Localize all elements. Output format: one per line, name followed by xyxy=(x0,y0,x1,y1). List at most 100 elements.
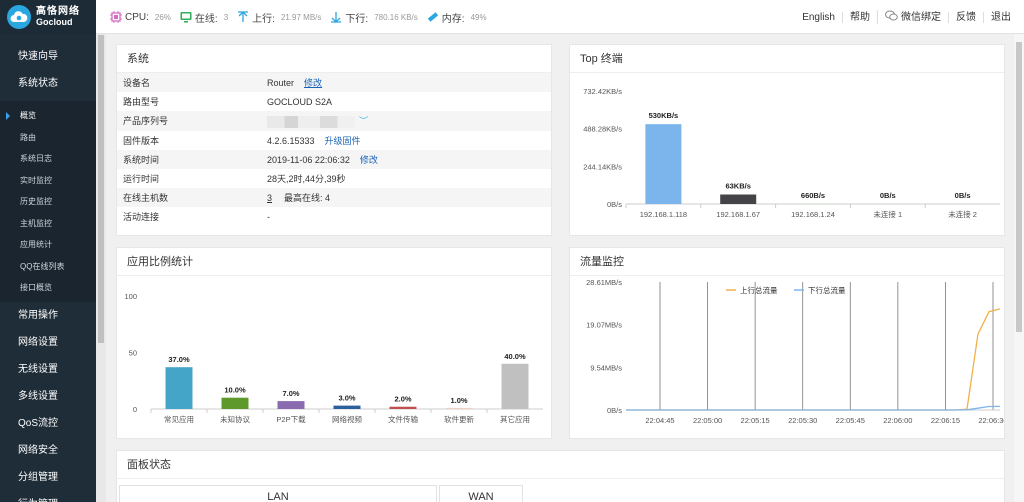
panel-status-title: 面板状态 xyxy=(117,451,1004,479)
x-tick-label: 192.168.1.67 xyxy=(716,210,760,219)
sidebar-item-behavior-management[interactable]: 行为管理 xyxy=(0,491,96,502)
language-link[interactable]: English xyxy=(795,12,842,23)
download-stat: 下行: 780.16 KB/s xyxy=(330,10,418,25)
y-tick-label: 9.54MB/s xyxy=(590,363,622,372)
table-row: 设备名 Router 修改 xyxy=(117,73,551,93)
data-label: 660B/s xyxy=(801,191,825,200)
sidebar-sub-system-log[interactable]: 系统日志 xyxy=(0,148,96,170)
bar xyxy=(221,397,249,409)
x-tick-label: 22:06:30 xyxy=(978,416,1004,425)
traffic-title: 流量监控 xyxy=(570,248,1004,276)
sidebar-sub-history-monitor[interactable]: 历史监控 xyxy=(0,191,96,213)
app-ratio-panel: 应用比例统计 0 50 100 37.0% 常见应用 10.0% 未知协议 7.0% P2P下载… xyxy=(116,247,552,439)
sidebar-item-qos[interactable]: QoS流控 xyxy=(0,410,96,437)
cloud-logo-icon xyxy=(7,5,31,29)
system-panel-title: 系统 xyxy=(117,45,551,73)
sidebar-item-system-status[interactable]: 系统状态 xyxy=(0,70,96,97)
page-scrollbar-thumb[interactable] xyxy=(1016,42,1022,332)
sidebar-item-network-settings[interactable]: 网络设置 xyxy=(0,329,96,356)
sidebar-item-group-management[interactable]: 分组管理 xyxy=(0,464,96,491)
upload-arrow-icon xyxy=(237,11,249,23)
data-label: 0B/s xyxy=(880,191,896,200)
feedback-link[interactable]: 反馈 xyxy=(948,11,983,23)
sidebar-sub-qq-online[interactable]: QQ在线列表 xyxy=(0,256,96,278)
bar xyxy=(720,194,757,204)
sidebar-sub-realtime-monitor[interactable]: 实时监控 xyxy=(0,170,96,192)
x-tick-label: 22:05:00 xyxy=(693,416,722,425)
x-tick-label: 22:04:45 xyxy=(645,416,674,425)
y-tick-label: 50 xyxy=(129,349,137,358)
y-tick-label: 100 xyxy=(124,292,137,301)
x-tick-label: 22:05:45 xyxy=(836,416,865,425)
data-label: 37.0% xyxy=(168,355,190,364)
cpu-icon xyxy=(110,11,122,23)
data-label: 1.0% xyxy=(450,396,467,405)
logo[interactable]: 高恪网络 Gocloud xyxy=(0,0,96,34)
bar xyxy=(445,407,473,409)
data-label: 0B/s xyxy=(955,191,971,200)
memory-icon xyxy=(427,11,439,23)
sidebar-item-common-ops[interactable]: 常用操作 xyxy=(0,302,96,329)
x-tick-label: P2P下载 xyxy=(276,414,306,424)
memory-stat: 内存: 49% xyxy=(427,10,487,25)
tab-wan[interactable]: WAN xyxy=(439,485,523,502)
x-tick-label: 22:06:00 xyxy=(883,416,912,425)
sidebar-item-network-security[interactable]: 网络安全 xyxy=(0,437,96,464)
system-info-table: 设备名 Router 修改 路由型号 GOCLOUD S2A 产品序列号 ︶ 固件版本 4… xyxy=(117,73,551,227)
download-arrow-icon xyxy=(330,11,342,23)
cpu-stat: CPU: 26% xyxy=(110,11,171,23)
x-tick-label: 22:06:15 xyxy=(931,416,960,425)
y-tick-label: 244.14KB/s xyxy=(583,162,622,171)
top-terminals-chart: 732.42KB/s 488.28KB/s 244.14KB/s 0B/s 530KB/… xyxy=(583,87,1000,219)
bar xyxy=(501,363,529,409)
help-link[interactable]: 帮助 xyxy=(842,11,877,23)
sidebar-item-wireless-settings[interactable]: 无线设置 xyxy=(0,356,96,383)
edit-system-time-link[interactable]: 修改 xyxy=(360,155,378,165)
x-tick-label: 未连接 2 xyxy=(948,209,977,219)
system-panel: 系统 设备名 Router 修改 路由型号 GOCLOUD S2A 产品序列号 ︶ 固件… xyxy=(116,44,552,236)
x-tick-label: 22:05:30 xyxy=(788,416,817,425)
copy-icon[interactable]: ︶ xyxy=(359,116,368,126)
table-row: 运行时间 28天,2时,44分,39秒 xyxy=(123,174,346,185)
sidebar-sub-app-stats[interactable]: 应用统计 xyxy=(0,234,96,256)
series-line xyxy=(626,308,1001,411)
sidebar-item-multiline-settings[interactable]: 多线设置 xyxy=(0,383,96,410)
x-tick-label: 未连接 1 xyxy=(873,209,902,219)
legend-label: 下行总流量 xyxy=(808,285,846,295)
x-tick-label: 常见应用 xyxy=(164,414,194,424)
sidebar-scrollbar-thumb[interactable] xyxy=(98,35,104,343)
table-row: 固件版本 4.2.6.15333 升级固件 xyxy=(123,135,361,146)
table-row: 路由型号 GOCLOUD S2A xyxy=(123,96,333,108)
brand-name-en: Gocloud xyxy=(36,17,73,27)
traffic-chart: 0B/s 9.54MB/s 19.07MB/s 28.61MB/s 22:04:45 22… xyxy=(586,278,1007,425)
top-links: English 帮助 微信绑定 反馈 退出 xyxy=(795,0,1018,34)
tab-lan[interactable]: LAN xyxy=(119,485,437,502)
app-ratio-title: 应用比例统计 xyxy=(117,248,551,276)
table-row: 在线主机数 3 最高在线: 4 xyxy=(117,188,551,208)
x-tick-label: 网络视频 xyxy=(332,414,362,424)
sidebar-sub-host-monitor[interactable]: 主机监控 xyxy=(0,213,96,235)
sidebar-item-quick-guide[interactable]: 快速向导 xyxy=(0,43,96,70)
wechat-bind-link[interactable]: 微信绑定 xyxy=(877,10,948,24)
redacted-serial xyxy=(267,115,355,128)
online-hosts-link[interactable]: 3 xyxy=(267,193,272,203)
x-tick-label: 192.168.1.24 xyxy=(791,210,835,219)
bar xyxy=(277,401,305,409)
table-row: 活动连接 - xyxy=(123,211,270,223)
upgrade-firmware-link[interactable]: 升级固件 xyxy=(325,136,361,146)
x-tick-label: 软件更新 xyxy=(444,414,474,424)
wechat-bind-label: 微信绑定 xyxy=(901,11,941,23)
wechat-icon xyxy=(885,10,898,24)
sidebar-sub-interface-overview[interactable]: 接口概览 xyxy=(0,277,96,299)
x-tick-label: 其它应用 xyxy=(500,414,530,424)
brand-name-cn: 高恪网络 xyxy=(36,6,80,17)
sidebar-sub-overview[interactable]: 概览 xyxy=(0,105,96,127)
data-label: 2.0% xyxy=(394,395,411,404)
sidebar-sub-routing[interactable]: 路由 xyxy=(0,127,96,149)
bar xyxy=(645,124,682,204)
logout-link[interactable]: 退出 xyxy=(983,11,1018,23)
bar xyxy=(165,367,193,409)
edit-device-name-link[interactable]: 修改 xyxy=(304,78,322,88)
y-tick-label: 488.28KB/s xyxy=(583,125,622,134)
table-row: 产品序列号 ︶ xyxy=(117,111,551,131)
